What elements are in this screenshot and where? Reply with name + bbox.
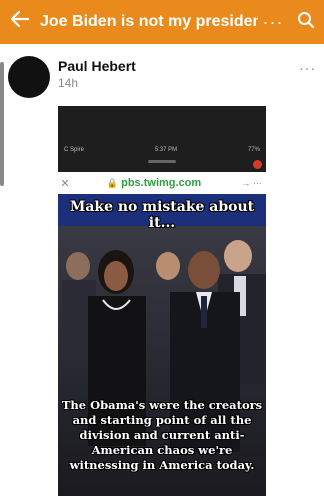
meme-image: Make no mistake about it... The Obama's … — [58, 194, 266, 496]
scroll-indicator[interactable] — [0, 62, 4, 186]
carrier-text: C Spire — [64, 147, 85, 153]
search-button[interactable] — [288, 11, 324, 34]
lock-icon: 🔒 — [106, 178, 119, 188]
meme-bottom-caption: The Obama's were the creators and starti… — [61, 398, 263, 472]
top-app-bar: Joe Biden is not my president ··· — [0, 0, 324, 44]
arrow-left-icon — [10, 9, 30, 35]
post-image[interactable]: C Spire 5:37 PM 77% ✕ 🔒 pbs.twimg.com → … — [58, 106, 266, 496]
meme-top-caption: Make no mistake about it... — [69, 199, 255, 231]
url-label: pbs.twimg.com — [121, 177, 202, 189]
author-name[interactable]: Paul Hebert — [58, 58, 136, 74]
clock-text: 5:37 PM — [154, 147, 178, 153]
post-time: 14h — [58, 76, 79, 90]
search-icon — [297, 11, 315, 34]
post-more-button[interactable]: ··· — [299, 60, 316, 76]
browser-address-bar: ✕ 🔒 pbs.twimg.com → ··· — [58, 172, 266, 194]
group-title: Joe Biden is not my president — [40, 13, 258, 30]
notification-dot — [253, 160, 262, 169]
phone-status-bar: C Spire 5:37 PM 77% — [58, 144, 266, 156]
avatar[interactable] — [8, 56, 50, 98]
browser-nav-icons: → ··· — [241, 178, 263, 188]
phone-handle-bar — [148, 160, 176, 163]
back-button[interactable] — [0, 0, 40, 44]
post-header: Paul Hebert 14h ··· — [8, 54, 324, 100]
more-options-button[interactable]: ··· — [258, 12, 288, 33]
url-text: 🔒 pbs.twimg.com — [72, 177, 236, 189]
close-icon: ✕ — [60, 177, 70, 190]
battery-text: 77% — [247, 147, 260, 153]
